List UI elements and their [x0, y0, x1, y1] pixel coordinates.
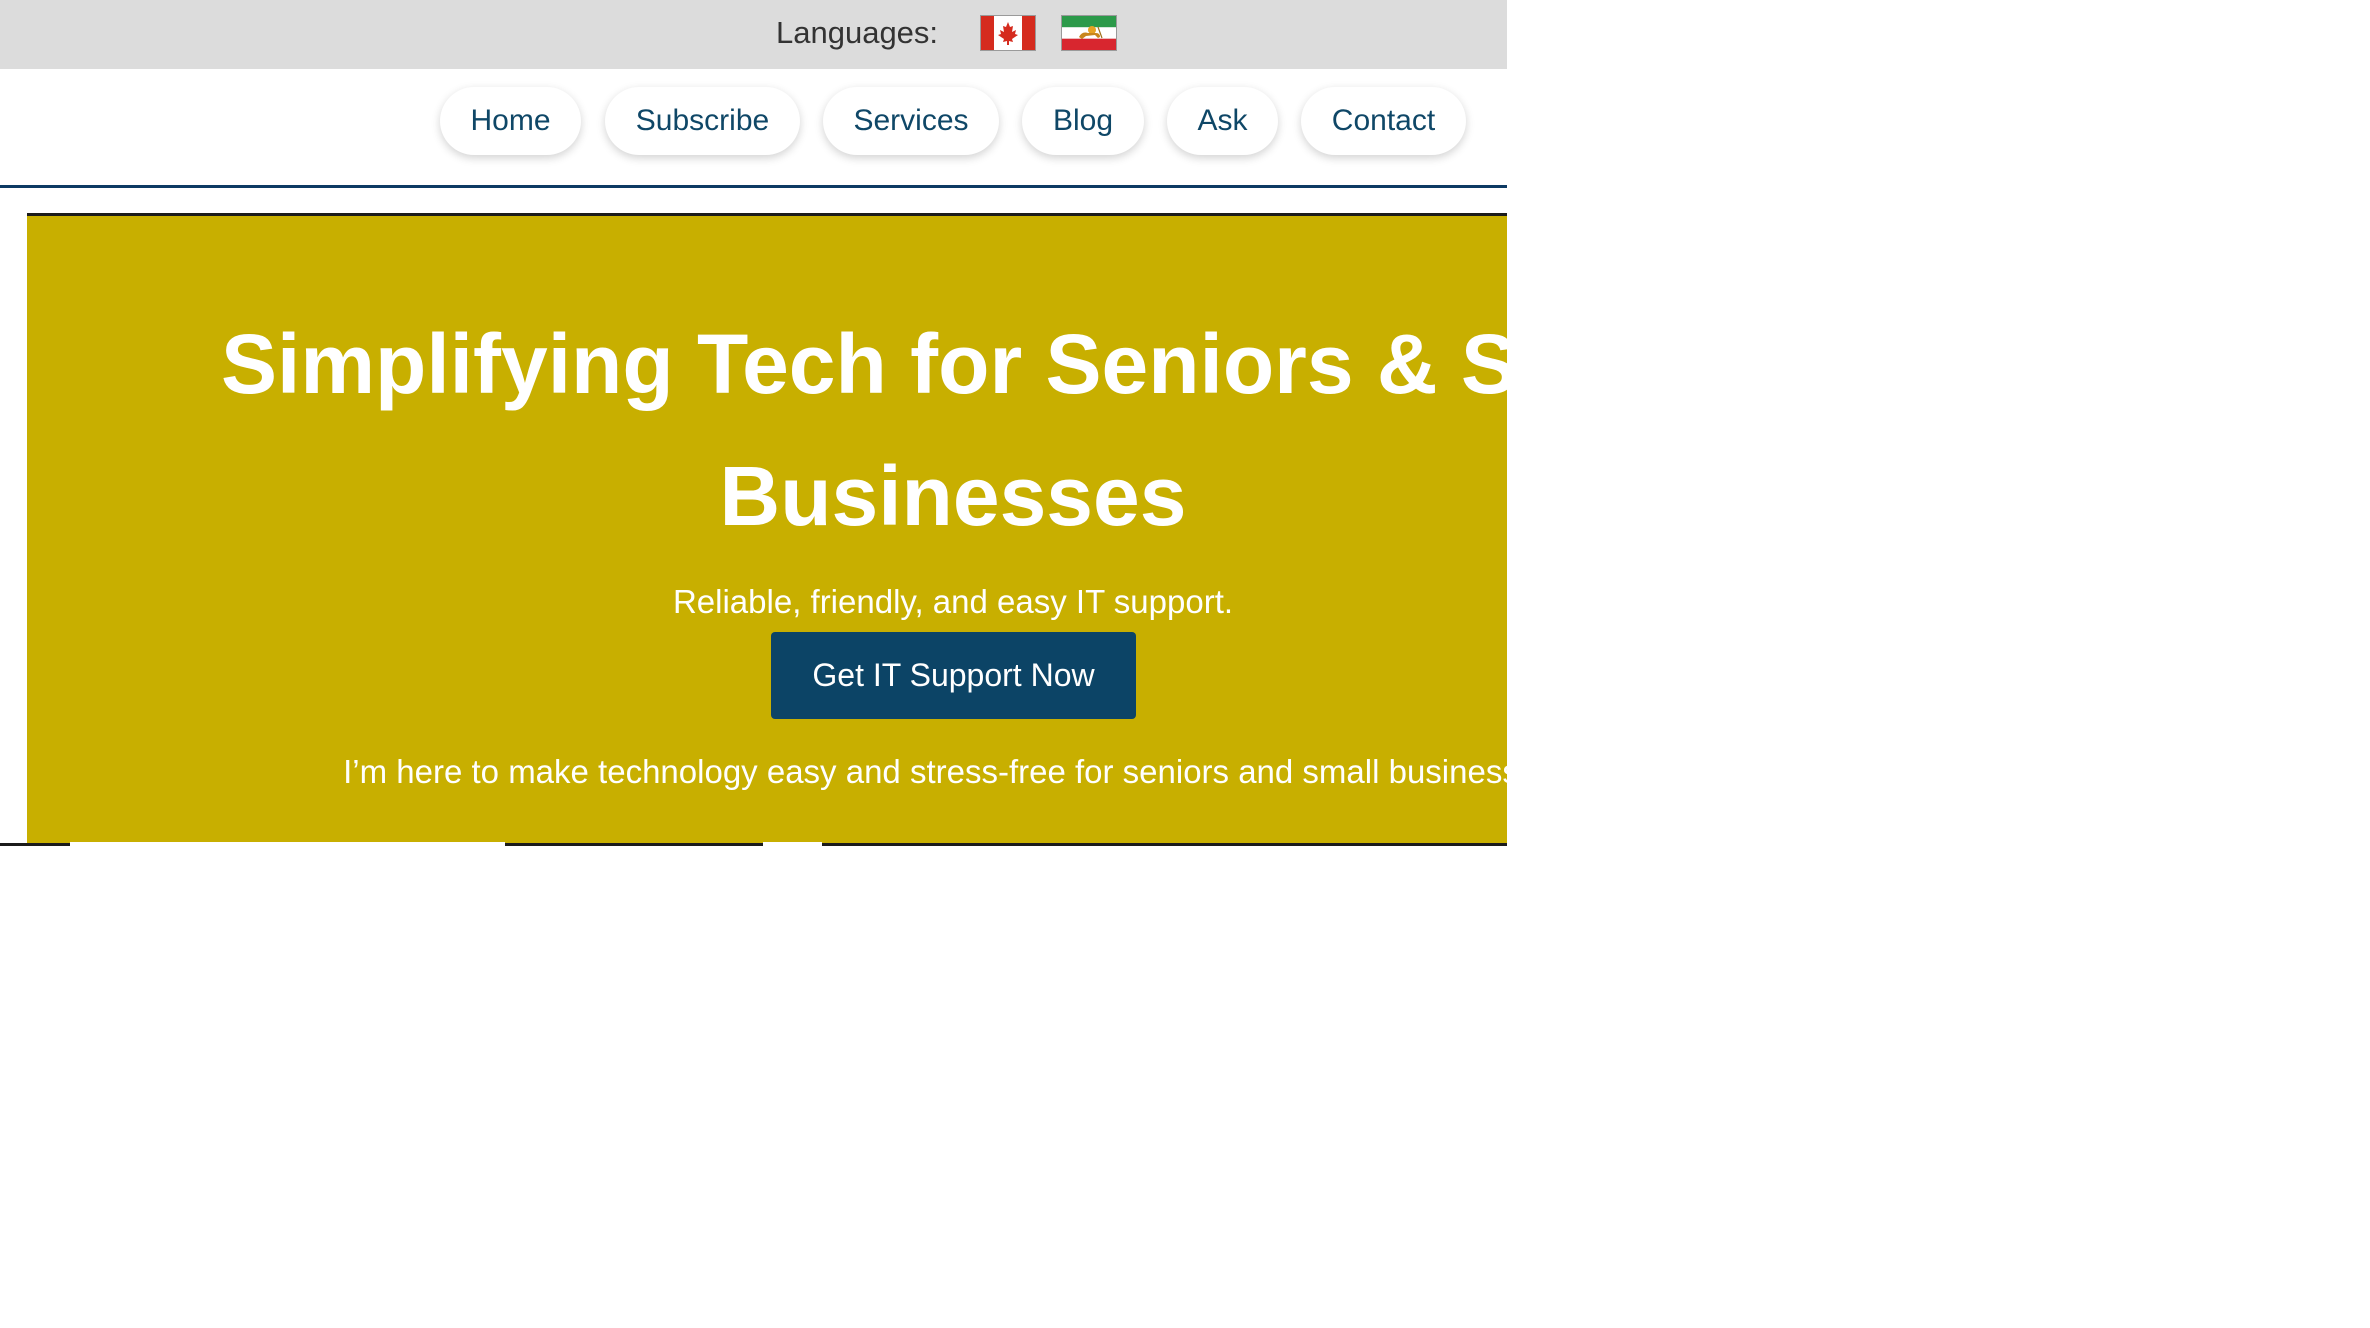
nav-item-contact[interactable]: Contact	[1301, 87, 1466, 155]
nav-divider	[0, 185, 1507, 188]
get-it-support-button[interactable]: Get IT Support Now	[771, 632, 1136, 719]
nav-item-subscribe[interactable]: Subscribe	[605, 87, 800, 155]
page-viewport: Languages: Home Subscribe Services Blog …	[0, 0, 1507, 848]
nav-item-blog[interactable]: Blog	[1022, 87, 1144, 155]
hero-title: Simplifying Tech for Seniors & Small Bus…	[220, 317, 1507, 543]
hero-subtitle: Reliable, friendly, and easy IT support.	[672, 583, 1234, 620]
nav-item-home[interactable]: Home	[440, 87, 581, 155]
nav-item-services[interactable]: Services	[823, 87, 999, 155]
hero-description: I’m here to make technology easy and str…	[343, 753, 1507, 790]
canada-flag-icon[interactable]	[980, 15, 1036, 51]
section-tab-gap	[763, 842, 822, 847]
language-bar: Languages:	[0, 0, 1507, 69]
hero-banner: Simplifying Tech for Seniors & Small Bus…	[27, 213, 1507, 845]
nav-item-ask[interactable]: Ask	[1167, 87, 1278, 155]
section-tab-gap	[70, 842, 505, 847]
iran-lion-and-sun-flag-icon[interactable]	[1061, 15, 1117, 51]
language-label: Languages:	[776, 15, 939, 50]
